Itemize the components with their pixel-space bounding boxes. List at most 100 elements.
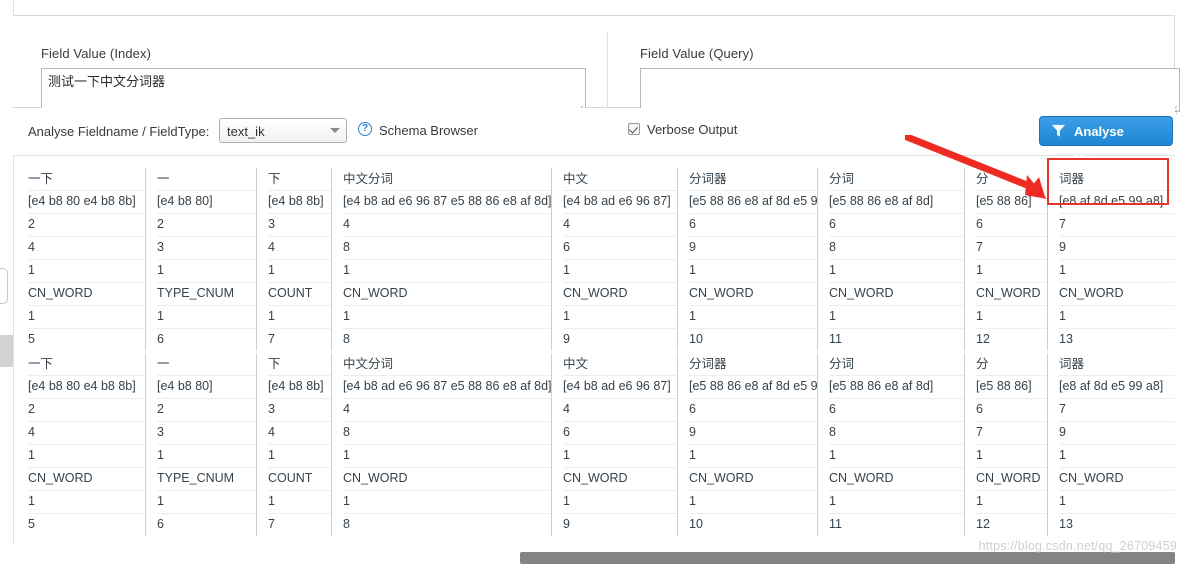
token-cell-type: TYPE_CNUM: [157, 283, 256, 306]
token-cell-position: 1: [268, 491, 331, 514]
fieldname-fieldtype-label: Analyse Fieldname / FieldType:: [28, 124, 210, 139]
verbose-output-label[interactable]: Verbose Output: [647, 122, 737, 137]
token-cell-index: 7: [268, 517, 275, 531]
token-cell-position: 1: [28, 491, 145, 514]
token-cell-positionLength: 1: [563, 260, 677, 283]
token-cell-positionLength: 1: [829, 445, 964, 468]
token-cell-end: 4: [268, 237, 331, 260]
token-cell-index: 10: [689, 517, 703, 531]
token-cell-bytes: [e4 b8 ad e6 96 87 e5 88 86 e8 af 8d]: [343, 376, 551, 399]
token-column: 下 [e4 b8 8b] 3 4 1 COUNT 1 7: [256, 168, 331, 351]
analysis-block-index: 一下 [e4 b8 80 e4 b8 8b] 2 4 1 CN_WORD 1 5 一 [e4 b8…: [14, 168, 1175, 353]
token-cell-index: 13: [1059, 332, 1073, 346]
token-cell-position: 1: [563, 491, 677, 514]
token-cell-index: 13: [1059, 517, 1073, 531]
token-cell-position: 1: [343, 491, 551, 514]
token-cell-bytes: [e4 b8 8b]: [268, 376, 331, 399]
token-cell-index: 8: [343, 517, 350, 531]
token-cell-start: 6: [689, 214, 817, 237]
edge-scroll-artifact: [0, 335, 14, 367]
token-cell-type: CN_WORD: [343, 468, 551, 491]
token-cell-bytes: [e8 af 8d e5 99 a8]: [1059, 191, 1175, 214]
token-cell-index: 6: [157, 332, 164, 346]
index-field-input[interactable]: [41, 68, 586, 112]
token-cell-index: 11: [829, 517, 842, 531]
token-cell-position: 1: [268, 306, 331, 329]
token-cell-start: 6: [689, 399, 817, 422]
token-cell-end: 8: [829, 237, 964, 260]
token-cell-index: 5: [28, 517, 35, 531]
token-cell-bytes: [e4 b8 ad e6 96 87 e5 88 86 e8 af 8d]: [343, 191, 551, 214]
token-cell-positionLength: 1: [343, 445, 551, 468]
token-cell-text: 中文: [563, 353, 677, 376]
token-cell-positionLength: 1: [343, 260, 551, 283]
horizontal-scrollbar-thumb[interactable]: [520, 552, 1175, 564]
token-cell-bytes: [e5 88 86 e8 af 8d e5 99 a8]: [689, 191, 817, 214]
token-cell-position: 1: [1059, 306, 1175, 329]
token-column: 词器 [e8 af 8d e5 99 a8] 7 9 1 CN_WORD 1 13: [1047, 353, 1175, 536]
query-field-group: Field Value (Query): [640, 46, 1180, 117]
token-cell-end: 3: [157, 422, 256, 445]
token-cell-position: 1: [976, 306, 1047, 329]
token-cell-type: COUNT: [268, 468, 331, 491]
token-cell-start: 4: [343, 399, 551, 422]
token-cell-start: 3: [268, 399, 331, 422]
token-cell-start: 3: [268, 214, 331, 237]
token-cell-index: 9: [563, 332, 570, 346]
token-cell-index: 6: [157, 517, 164, 531]
token-cell-start: 4: [343, 214, 551, 237]
token-cell-text: 下: [268, 353, 331, 376]
question-mark-icon[interactable]: ?: [358, 122, 372, 136]
token-column: 词器 [e8 af 8d e5 99 a8] 7 9 1 CN_WORD 1 13: [1047, 168, 1175, 351]
token-cell-type: CN_WORD: [1059, 468, 1175, 491]
token-cell-start: 7: [1059, 399, 1175, 422]
token-cell-bytes: [e5 88 86 e8 af 8d e5 99 a8]: [689, 376, 817, 399]
token-cell-index: 8: [343, 332, 350, 346]
token-cell-type: COUNT: [268, 283, 331, 306]
token-cell-text: 中文: [563, 168, 677, 191]
token-cell-position: 1: [1059, 491, 1175, 514]
token-cell-end: 4: [28, 422, 145, 445]
token-cell-text: 分词: [829, 168, 964, 191]
token-cell-positionLength: 1: [268, 260, 331, 283]
verbose-output-checkbox[interactable]: [628, 123, 640, 135]
token-cell-start: 2: [157, 214, 256, 237]
token-cell-positionLength: 1: [28, 260, 145, 283]
analysis-controls-bar: Analyse Fieldname / FieldType: text_ik ?…: [13, 108, 1175, 167]
token-column: 中文分词 [e4 b8 ad e6 96 87 e5 88 86 e8 af 8d…: [331, 168, 551, 351]
token-cell-end: 6: [563, 422, 677, 445]
token-cell-bytes: [e4 b8 ad e6 96 87]: [563, 376, 677, 399]
analyse-values-button[interactable]: Analyse Values: [1039, 116, 1173, 167]
token-cell-positionLength: 1: [1059, 445, 1175, 468]
fieldtype-select[interactable]: text_ik: [219, 118, 347, 143]
fieldtype-select-value[interactable]: text_ik: [219, 118, 347, 143]
token-cell-end: 8: [343, 237, 551, 260]
token-cell-end: 4: [28, 237, 145, 260]
analysis-block-query: 一下 [e4 b8 80 e4 b8 8b] 2 4 1 CN_WORD 1 5 一 [e4 b8…: [14, 353, 1175, 538]
token-cell-start: 4: [563, 214, 677, 237]
token-cell-positionLength: 1: [157, 260, 256, 283]
token-column: 一下 [e4 b8 80 e4 b8 8b] 2 4 1 CN_WORD 1 5: [14, 168, 145, 351]
token-cell-end: 8: [343, 422, 551, 445]
token-cell-text: 一下: [28, 168, 145, 191]
token-cell-type: CN_WORD: [1059, 283, 1175, 306]
token-cell-positionLength: 1: [976, 260, 1047, 283]
token-cell-text: 词器: [1059, 168, 1175, 191]
collapsed-sidebar-tab[interactable]: [0, 268, 8, 304]
chevron-down-icon: [330, 128, 340, 133]
token-cell-index: 10: [689, 332, 703, 346]
token-cell-type: CN_WORD: [689, 283, 817, 306]
schema-browser-link[interactable]: Schema Browser: [379, 123, 478, 138]
field-values-panel: Field Value (Index) Field Value (Query): [13, 15, 1180, 124]
token-cell-start: 2: [28, 399, 145, 422]
token-cell-end: 8: [829, 422, 964, 445]
token-cell-index: 11: [829, 332, 842, 346]
token-cell-index: 7: [268, 332, 275, 346]
token-cell-position: 1: [157, 491, 256, 514]
query-field-input[interactable]: [640, 68, 1180, 112]
token-cell-bytes: [e5 88 86 e8 af 8d]: [829, 191, 964, 214]
token-cell-type: CN_WORD: [28, 468, 145, 491]
token-cell-position: 1: [343, 306, 551, 329]
token-column: 下 [e4 b8 8b] 3 4 1 COUNT 1 7: [256, 353, 331, 536]
token-cell-positionLength: 1: [976, 445, 1047, 468]
